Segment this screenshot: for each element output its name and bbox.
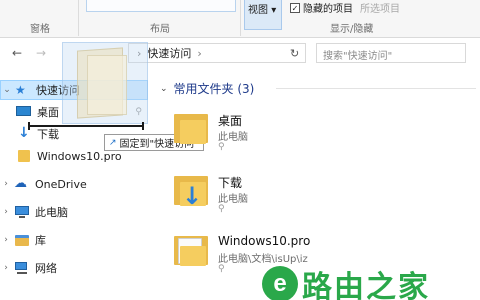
folder-icon [174, 234, 208, 268]
item-location: 此电脑 [218, 194, 248, 205]
folder-icon [16, 149, 32, 163]
chevron-down-icon: ▾ [271, 5, 277, 16]
nav-item-label: 桌面 [37, 106, 59, 119]
view-button[interactable]: 视图 ▾ [244, 0, 282, 30]
ribbon: 窗格 布局 视图 ▾ ✓ 隐藏的项目 所选项目 显示/隐藏 [0, 0, 480, 38]
watermark: e 路由之家 [262, 262, 430, 300]
nav-network[interactable]: › 网络 [0, 258, 150, 278]
address-bar[interactable]: › 快速访问 › [128, 43, 306, 63]
drag-ghost [62, 42, 148, 124]
cloud-icon: ☁ [14, 176, 27, 191]
item-name: 下载 [218, 176, 243, 190]
nav-libraries-label: 库 [35, 234, 46, 247]
nav-item-label: 下载 [37, 128, 59, 141]
hidden-items-checkbox[interactable]: ✓ 隐藏的项目 [290, 0, 353, 15]
frequent-folders-header[interactable]: ⌄ 常用文件夹 (3) [160, 80, 254, 97]
chevron-down-icon[interactable]: ⌄ [160, 84, 168, 94]
ribbon-group-panes: 窗格 [30, 24, 50, 35]
pin-icon[interactable]: ⚲ [218, 264, 225, 274]
ribbon-group-layout: 布局 [150, 24, 170, 35]
chevron-right-icon: › [197, 46, 202, 60]
ribbon-separator [240, 0, 241, 36]
selected-items-button[interactable]: 所选项目 [360, 0, 400, 15]
hidden-items-label: 隐藏的项目 [303, 4, 353, 15]
downloads-folder-icon: ↓ [174, 174, 208, 210]
nav-this-pc-label: 此电脑 [35, 206, 68, 219]
selected-items-label: 所选项目 [360, 4, 400, 15]
network-icon [14, 261, 30, 275]
nav-this-pc[interactable]: › 此电脑 [0, 202, 150, 222]
nav-libraries[interactable]: › 库 [0, 230, 150, 250]
back-button[interactable]: ← [12, 46, 22, 60]
nav-onedrive[interactable]: › ☁ OneDrive [0, 174, 150, 194]
refresh-icon[interactable]: ↻ [290, 47, 299, 60]
chevron-right-icon[interactable]: › [0, 179, 12, 189]
list-item[interactable]: ↓ 下载 此电脑 ⚲ [174, 172, 464, 228]
ribbon-layout-box[interactable] [86, 0, 236, 12]
item-name: Windows10.pro [218, 234, 311, 248]
item-name: 桌面 [218, 114, 243, 128]
checkmark-icon: ✓ [290, 2, 300, 13]
nav-network-label: 网络 [35, 262, 57, 275]
view-button-label: 视图 [248, 5, 268, 16]
chevron-right-icon[interactable]: › [0, 263, 12, 273]
computer-icon [14, 205, 30, 219]
forward-button[interactable]: → [36, 46, 46, 60]
library-icon [14, 233, 30, 247]
pin-icon[interactable]: ⚲ [218, 204, 225, 214]
search-input[interactable]: 搜索"快速访问" [316, 43, 466, 63]
pin-icon[interactable]: ⚲ [218, 142, 225, 152]
list-item[interactable]: 桌面 此电脑 ⚲ [174, 110, 464, 166]
item-location: 此电脑 [218, 132, 248, 143]
desktop-icon [16, 105, 32, 119]
shortcut-arrow-icon: ↗ [109, 137, 117, 148]
nav-onedrive-label: OneDrive [35, 177, 87, 191]
group-title: 常用文件夹 (3) [173, 82, 255, 96]
watermark-logo-icon: e [262, 266, 298, 300]
watermark-text: 路由之家 [302, 270, 430, 300]
drag-document-icon [87, 55, 127, 115]
divider [276, 88, 476, 89]
chevron-right-icon[interactable]: › [0, 235, 12, 245]
address-path: 快速访问 [147, 47, 192, 60]
ribbon-group-show-hide: 显示/隐藏 [330, 24, 374, 35]
insertion-marker [28, 122, 144, 130]
chevron-right-icon[interactable]: › [0, 207, 12, 217]
nav-item-label: Windows10.pro [37, 149, 122, 163]
chevron-down-icon[interactable]: ⌄ [1, 85, 13, 95]
ribbon-separator [78, 0, 79, 36]
star-icon: ★ [15, 83, 26, 97]
folder-icon [174, 112, 208, 146]
